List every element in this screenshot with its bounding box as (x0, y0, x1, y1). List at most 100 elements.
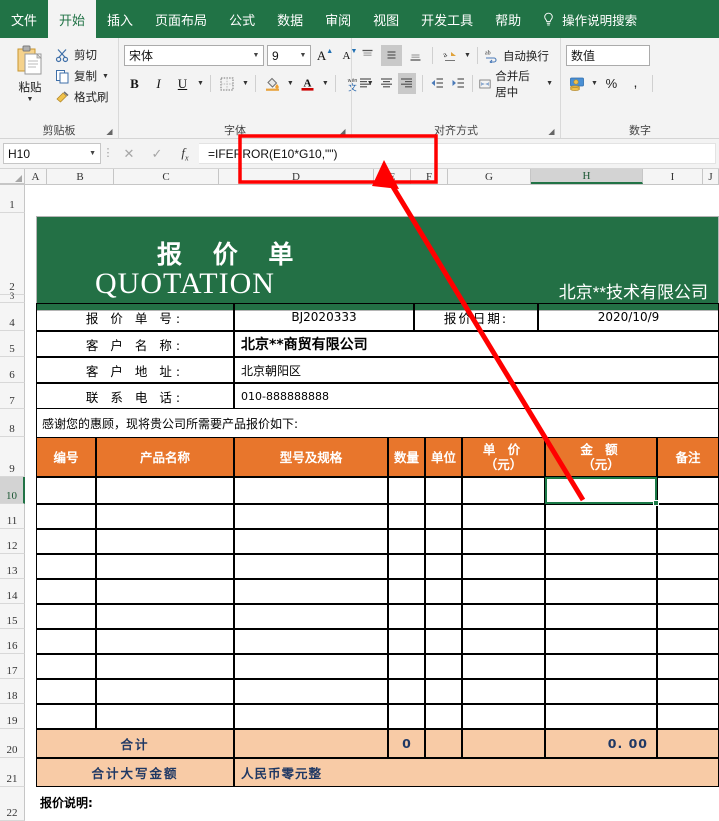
align-center-button[interactable] (378, 73, 396, 94)
row-header-2[interactable]: 2 (0, 213, 25, 295)
table-cell[interactable] (425, 477, 462, 504)
increase-indent-button[interactable] (449, 73, 467, 94)
table-cell[interactable] (96, 704, 234, 729)
table-cell[interactable] (36, 679, 96, 704)
font-family-chevron-down-icon[interactable]: ▼ (249, 52, 263, 59)
table-cell[interactable] (234, 477, 388, 504)
row-header-7[interactable]: 7 (0, 383, 25, 409)
comma-style-button[interactable]: , (625, 73, 646, 94)
cut-button[interactable]: 剪切 (55, 46, 109, 64)
tab-formulas[interactable]: 公式 (218, 0, 266, 38)
fill-color-button[interactable] (262, 73, 283, 94)
table-cell[interactable] (462, 629, 545, 654)
table-cell[interactable] (462, 477, 545, 504)
table-cell[interactable] (36, 579, 96, 604)
table-cell[interactable] (545, 704, 657, 729)
table-cell[interactable] (657, 504, 719, 529)
font-color-chevron-down-icon[interactable]: ▼ (322, 80, 329, 87)
wrap-text-button[interactable]: ab 自动换行 (484, 45, 551, 66)
borders-chevron-down-icon[interactable]: ▼ (242, 80, 249, 87)
tab-insert[interactable]: 插入 (96, 0, 144, 38)
tab-file[interactable]: 文件 (0, 0, 48, 38)
row-header-10[interactable]: 10 (0, 477, 25, 504)
row-header-5[interactable]: 5 (0, 331, 25, 357)
row-header-1[interactable]: 1 (0, 185, 25, 213)
column-header-h[interactable]: H (531, 169, 643, 184)
table-cell[interactable] (234, 504, 388, 529)
orientation-chevron-down-icon[interactable]: ▼ (464, 52, 471, 59)
table-cell[interactable] (96, 529, 234, 554)
table-cell[interactable] (425, 604, 462, 629)
paste-chevron-down-icon[interactable]: ▼ (27, 96, 34, 103)
table-cell[interactable] (462, 654, 545, 679)
merge-chevron-down-icon[interactable]: ▼ (546, 80, 553, 87)
number-format-combo[interactable]: 数值 (566, 45, 650, 66)
tab-data[interactable]: 数据 (266, 0, 314, 38)
table-cell[interactable] (462, 504, 545, 529)
table-cell[interactable] (545, 604, 657, 629)
column-header-f[interactable]: F (411, 169, 448, 184)
row-header-18[interactable]: 18 (0, 679, 25, 704)
table-cell[interactable] (462, 704, 545, 729)
align-left-button[interactable] (357, 73, 375, 94)
align-top-button[interactable] (357, 45, 378, 66)
table-cell[interactable] (545, 629, 657, 654)
clipboard-dialog-launcher[interactable]: ◢ (105, 127, 114, 136)
table-cell[interactable] (234, 579, 388, 604)
name-box[interactable]: H10 ▼ (3, 143, 101, 164)
table-cell[interactable] (545, 579, 657, 604)
tab-view[interactable]: 视图 (362, 0, 410, 38)
name-box-chevron-down-icon[interactable]: ▼ (89, 150, 96, 157)
table-cell[interactable] (425, 654, 462, 679)
row-header-19[interactable]: 19 (0, 704, 25, 729)
fill-color-chevron-down-icon[interactable]: ▼ (287, 80, 294, 87)
table-cell[interactable] (234, 604, 388, 629)
table-cell[interactable] (657, 654, 719, 679)
table-cell[interactable] (36, 477, 96, 504)
align-bottom-button[interactable] (405, 45, 426, 66)
table-cell[interactable] (657, 704, 719, 729)
table-cell[interactable] (545, 654, 657, 679)
row-header-4[interactable]: 4 (0, 303, 25, 331)
row-header-3[interactable]: 3 (0, 291, 25, 303)
table-cell[interactable] (462, 579, 545, 604)
table-cell[interactable] (425, 579, 462, 604)
row-header-13[interactable]: 13 (0, 554, 25, 579)
table-cell[interactable] (36, 604, 96, 629)
tab-help[interactable]: 帮助 (484, 0, 532, 38)
copy-chevron-down-icon[interactable]: ▼ (102, 73, 109, 80)
table-cell[interactable] (545, 529, 657, 554)
column-header-c[interactable]: C (114, 169, 219, 184)
fill-handle[interactable] (653, 500, 659, 506)
table-cell[interactable] (545, 477, 657, 504)
row-header-15[interactable]: 15 (0, 604, 25, 629)
row-header-16[interactable]: 16 (0, 629, 25, 654)
table-cell[interactable] (234, 654, 388, 679)
table-cell[interactable] (96, 679, 234, 704)
cancel-icon[interactable]: ✕ (115, 143, 143, 165)
column-header-j[interactable]: J (703, 169, 719, 184)
table-cell[interactable] (425, 529, 462, 554)
table-cell[interactable] (545, 504, 657, 529)
table-cell[interactable] (234, 554, 388, 579)
decrease-indent-button[interactable] (428, 73, 446, 94)
column-header-g[interactable]: G (448, 169, 531, 184)
underline-button[interactable]: U (172, 73, 193, 94)
select-all-corner[interactable] (0, 169, 25, 184)
row-header-8[interactable]: 8 (0, 409, 25, 437)
table-cell[interactable] (388, 477, 425, 504)
column-header-d[interactable]: D (219, 169, 374, 184)
table-cell[interactable] (657, 529, 719, 554)
table-cell[interactable] (96, 554, 234, 579)
table-cell[interactable] (96, 604, 234, 629)
table-cell[interactable] (657, 679, 719, 704)
table-cell[interactable] (657, 477, 719, 504)
accounting-chevron-down-icon[interactable]: ▼ (591, 80, 598, 87)
table-cell[interactable] (96, 477, 234, 504)
table-cell[interactable] (96, 504, 234, 529)
font-family-combo[interactable]: 宋体 ▼ (124, 45, 264, 66)
bold-button[interactable]: B (124, 73, 145, 94)
align-right-button[interactable] (398, 73, 416, 94)
table-cell[interactable] (462, 604, 545, 629)
row-header-14[interactable]: 14 (0, 579, 25, 604)
